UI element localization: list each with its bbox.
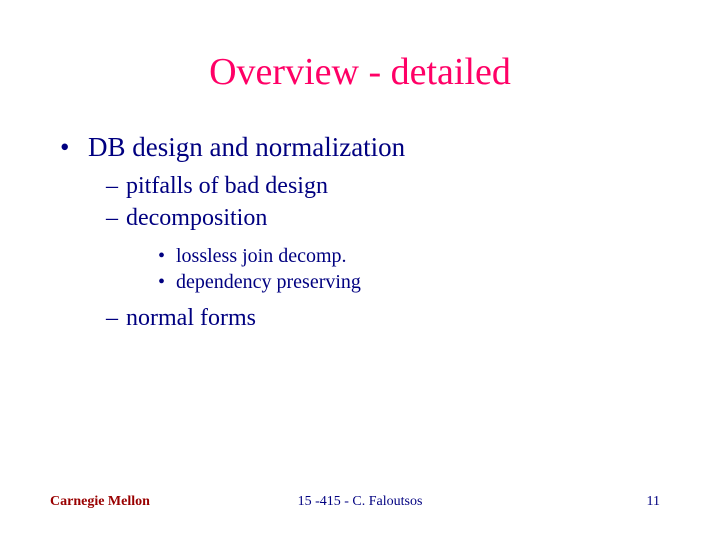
bullet-level2: pitfalls of bad design xyxy=(106,173,670,200)
bullet-text: pitfalls of bad design xyxy=(126,173,328,199)
bullet-text: DB design and normalization xyxy=(88,132,405,162)
footer-institution: Carnegie Mellon xyxy=(50,494,150,510)
bullet-level1: DB design and normalization xyxy=(60,132,670,163)
bullet-level3: dependency preserving xyxy=(158,271,670,294)
footer-course: 15 -415 - C. Faloutsos xyxy=(298,494,423,510)
bullet-level2: normal forms xyxy=(106,305,670,332)
footer-page-number: 11 xyxy=(647,494,660,510)
spacer xyxy=(50,297,670,305)
bullet-level3: lossless join decomp. xyxy=(158,245,670,268)
bullet-level2: decomposition xyxy=(106,205,670,232)
slide-footer: Carnegie Mellon 15 -415 - C. Faloutsos 1… xyxy=(0,494,720,510)
bullet-text: dependency preserving xyxy=(176,271,361,293)
bullet-text: decomposition xyxy=(126,205,267,231)
slide: Overview - detailed DB design and normal… xyxy=(0,0,720,540)
spacer xyxy=(50,237,670,245)
slide-title: Overview - detailed xyxy=(50,50,670,94)
bullet-text: normal forms xyxy=(126,305,256,331)
bullet-text: lossless join decomp. xyxy=(176,245,347,267)
